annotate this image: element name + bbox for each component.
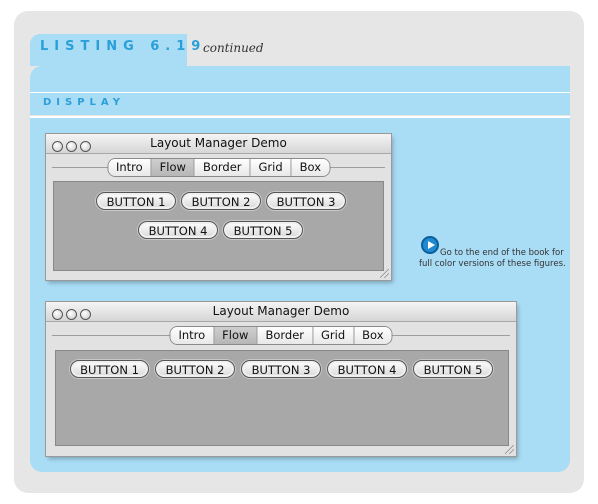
tab-flow[interactable]: Flow <box>150 159 194 176</box>
tab-box[interactable]: Box <box>353 327 392 344</box>
tab-intro[interactable]: Intro <box>107 159 151 176</box>
tab-strip: Intro Flow Border Grid Box <box>169 326 393 345</box>
tab-grid[interactable]: Grid <box>249 159 291 176</box>
tab-bar: Intro Flow Border Grid Box <box>52 158 385 177</box>
demo-window-wide: Layout Manager Demo Intro Flow Border Gr… <box>46 302 516 456</box>
button-5[interactable]: BUTTON 5 <box>413 360 493 378</box>
tab-border[interactable]: Border <box>193 159 250 176</box>
button-1[interactable]: BUTTON 1 <box>96 192 176 210</box>
demo-window-small: Layout Manager Demo Intro Flow Border Gr… <box>46 134 391 280</box>
button-3[interactable]: BUTTON 3 <box>266 192 346 210</box>
tab-grid[interactable]: Grid <box>312 327 354 344</box>
listing-shelf <box>30 66 570 92</box>
resize-grip-icon[interactable] <box>380 269 389 278</box>
button-4[interactable]: BUTTON 4 <box>138 221 218 239</box>
tab-box[interactable]: Box <box>290 159 330 176</box>
tab-intro[interactable]: Intro <box>170 327 214 344</box>
button-2[interactable]: BUTTON 2 <box>181 192 261 210</box>
button-3[interactable]: BUTTON 3 <box>241 360 321 378</box>
listing-label: LISTING 6.19 <box>40 39 207 54</box>
window-title: Layout Manager Demo <box>212 304 350 318</box>
continued-label: continued <box>203 41 264 55</box>
button-2[interactable]: BUTTON 2 <box>155 360 235 378</box>
display-label: DISPLAY <box>43 97 125 108</box>
flow-panel: BUTTON 1 BUTTON 2 BUTTON 3 BUTTON 4 BUTT… <box>53 181 384 271</box>
flow-panel: BUTTON 1 BUTTON 2 BUTTON 3 BUTTON 4 BUTT… <box>55 350 509 446</box>
tab-border[interactable]: Border <box>256 327 312 344</box>
tab-strip: Intro Flow Border Grid Box <box>106 158 331 177</box>
window-title: Layout Manager Demo <box>150 136 287 150</box>
tab-bar: Intro Flow Border Grid Box <box>52 326 510 345</box>
title-bar[interactable]: Layout Manager Demo <box>46 302 516 322</box>
tab-flow[interactable]: Flow <box>213 327 257 344</box>
title-bar[interactable]: Layout Manager Demo <box>46 134 391 154</box>
button-1[interactable]: BUTTON 1 <box>70 360 149 378</box>
button-4[interactable]: BUTTON 4 <box>327 360 407 378</box>
resize-grip-icon[interactable] <box>505 445 514 454</box>
button-5[interactable]: BUTTON 5 <box>223 221 303 239</box>
note-text: Go to the end of the book for full color… <box>419 248 566 269</box>
